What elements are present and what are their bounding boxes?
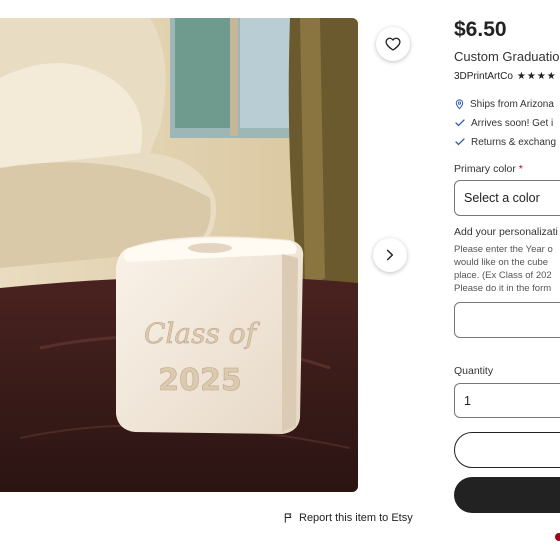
shop-name-link[interactable]: 3DPrintArtCo xyxy=(454,71,513,82)
help-line: would like on the cube xyxy=(454,257,549,268)
chevron-right-icon xyxy=(386,249,394,261)
ships-from-row: Ships from Arizona xyxy=(454,98,554,110)
returns-row: Returns & exchang xyxy=(454,136,556,148)
favorite-button[interactable] xyxy=(376,27,410,61)
product-photo: Class of 2025 xyxy=(0,18,358,492)
personalization-label: Add your personalizati xyxy=(454,226,558,238)
returns-text[interactable]: Returns & exchang xyxy=(471,137,556,148)
price: $6.50 xyxy=(454,18,507,41)
help-line: Please do it in the form xyxy=(454,283,552,294)
primary-color-select-value: Select a color xyxy=(464,191,540,205)
cube-engraving-line1: Class of xyxy=(144,317,261,350)
ships-from-text: Ships from Arizona xyxy=(470,98,554,110)
buy-it-now-button[interactable] xyxy=(454,432,560,468)
rating-stars: ★★★★ xyxy=(516,71,557,82)
quantity-value: 1 xyxy=(464,393,471,408)
report-item-link[interactable]: Report this item to Etsy xyxy=(283,512,413,524)
arrival-row: Arrives soon! Get i xyxy=(454,117,553,129)
heart-icon xyxy=(385,37,401,51)
product-title: Custom Graduatio xyxy=(454,49,560,64)
required-mark: * xyxy=(518,163,523,175)
help-line: place. (Ex Class of 202 xyxy=(454,270,552,281)
help-line: Please enter the Year o xyxy=(454,244,553,255)
personalization-input[interactable] xyxy=(454,302,560,338)
primary-color-select[interactable]: Select a color xyxy=(454,180,560,216)
cube-engraving-line2: 2025 xyxy=(158,363,242,398)
next-image-button[interactable] xyxy=(373,238,407,272)
quantity-label: Quantity xyxy=(454,365,494,377)
personalization-help: Please enter the Year o would like on th… xyxy=(454,243,553,295)
primary-color-label: Primary color * xyxy=(454,163,523,175)
check-icon xyxy=(455,138,465,146)
check-icon xyxy=(455,119,465,127)
location-pin-icon xyxy=(455,99,464,110)
notification-dot xyxy=(555,533,560,541)
report-item-label: Report this item to Etsy xyxy=(299,512,413,524)
flag-icon xyxy=(284,513,292,523)
shop-info: 3DPrintArtCo ★★★★ xyxy=(454,71,557,82)
quantity-select[interactable]: 1 xyxy=(454,383,560,418)
primary-color-label-text: Primary color xyxy=(454,163,516,175)
add-to-cart-button[interactable] xyxy=(454,477,560,513)
arrival-text[interactable]: Arrives soon! Get i xyxy=(471,118,553,129)
